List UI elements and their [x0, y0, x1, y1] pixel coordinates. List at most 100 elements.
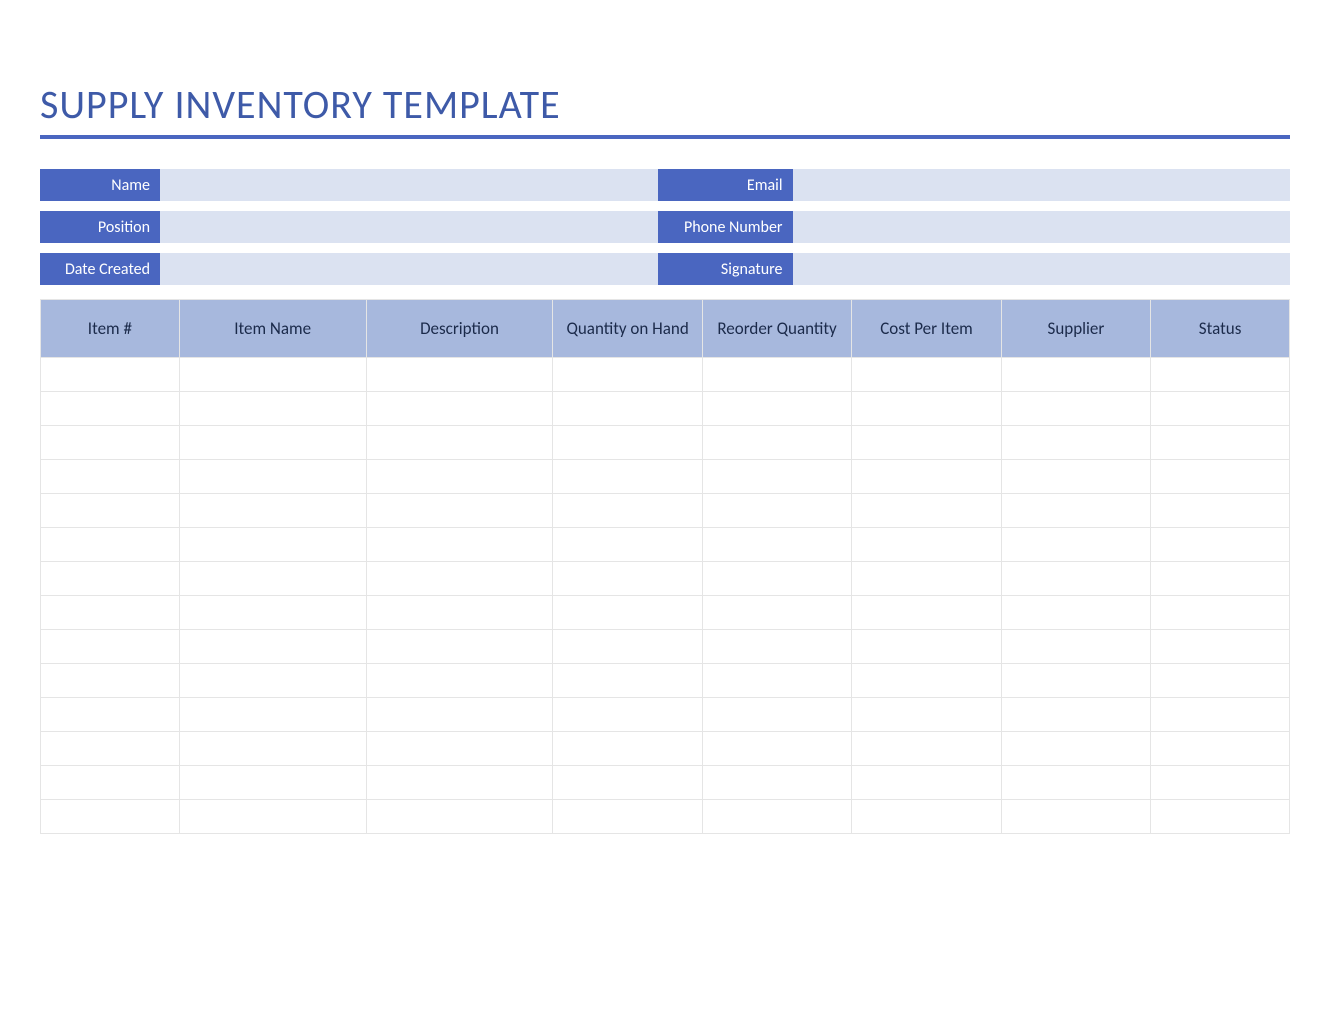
table-cell[interactable]: [41, 698, 180, 732]
table-cell[interactable]: [702, 392, 851, 426]
table-cell[interactable]: [852, 596, 1001, 630]
table-cell[interactable]: [179, 426, 366, 460]
table-cell[interactable]: [1001, 460, 1150, 494]
table-cell[interactable]: [179, 596, 366, 630]
table-cell[interactable]: [852, 732, 1001, 766]
table-cell[interactable]: [553, 562, 702, 596]
table-cell[interactable]: [553, 392, 702, 426]
table-cell[interactable]: [179, 800, 366, 834]
table-cell[interactable]: [1001, 630, 1150, 664]
table-cell[interactable]: [852, 358, 1001, 392]
table-cell[interactable]: [179, 460, 366, 494]
table-cell[interactable]: [1001, 392, 1150, 426]
table-cell[interactable]: [41, 426, 180, 460]
table-cell[interactable]: [702, 732, 851, 766]
table-cell[interactable]: [366, 358, 553, 392]
table-cell[interactable]: [553, 358, 702, 392]
table-cell[interactable]: [179, 392, 366, 426]
table-cell[interactable]: [1001, 426, 1150, 460]
table-cell[interactable]: [852, 392, 1001, 426]
table-cell[interactable]: [553, 426, 702, 460]
table-cell[interactable]: [852, 426, 1001, 460]
table-cell[interactable]: [179, 630, 366, 664]
table-cell[interactable]: [1151, 494, 1290, 528]
table-cell[interactable]: [1001, 358, 1150, 392]
table-cell[interactable]: [1001, 664, 1150, 698]
name-value[interactable]: [160, 169, 658, 201]
table-cell[interactable]: [702, 460, 851, 494]
table-cell[interactable]: [553, 596, 702, 630]
table-cell[interactable]: [366, 630, 553, 664]
table-cell[interactable]: [852, 528, 1001, 562]
table-cell[interactable]: [179, 528, 366, 562]
table-cell[interactable]: [702, 494, 851, 528]
table-cell[interactable]: [852, 800, 1001, 834]
table-cell[interactable]: [702, 698, 851, 732]
table-cell[interactable]: [41, 630, 180, 664]
table-cell[interactable]: [553, 698, 702, 732]
table-cell[interactable]: [1001, 800, 1150, 834]
table-cell[interactable]: [41, 358, 180, 392]
table-cell[interactable]: [1151, 664, 1290, 698]
table-cell[interactable]: [852, 562, 1001, 596]
table-cell[interactable]: [41, 732, 180, 766]
table-cell[interactable]: [366, 460, 553, 494]
table-cell[interactable]: [553, 732, 702, 766]
table-cell[interactable]: [366, 494, 553, 528]
table-cell[interactable]: [553, 494, 702, 528]
table-cell[interactable]: [1151, 698, 1290, 732]
table-cell[interactable]: [1001, 766, 1150, 800]
table-cell[interactable]: [553, 630, 702, 664]
table-cell[interactable]: [41, 494, 180, 528]
table-cell[interactable]: [41, 664, 180, 698]
table-cell[interactable]: [1151, 732, 1290, 766]
table-cell[interactable]: [852, 698, 1001, 732]
table-cell[interactable]: [179, 494, 366, 528]
table-cell[interactable]: [702, 800, 851, 834]
table-cell[interactable]: [702, 562, 851, 596]
table-cell[interactable]: [553, 460, 702, 494]
table-cell[interactable]: [179, 766, 366, 800]
table-cell[interactable]: [702, 766, 851, 800]
table-cell[interactable]: [41, 460, 180, 494]
table-cell[interactable]: [366, 732, 553, 766]
date-created-value[interactable]: [160, 253, 658, 285]
table-cell[interactable]: [179, 698, 366, 732]
table-cell[interactable]: [41, 766, 180, 800]
table-cell[interactable]: [366, 562, 553, 596]
email-value[interactable]: [793, 169, 1291, 201]
table-cell[interactable]: [1001, 732, 1150, 766]
table-cell[interactable]: [1001, 698, 1150, 732]
table-cell[interactable]: [1001, 596, 1150, 630]
table-cell[interactable]: [41, 392, 180, 426]
table-cell[interactable]: [366, 698, 553, 732]
table-cell[interactable]: [702, 358, 851, 392]
position-value[interactable]: [160, 211, 658, 243]
table-cell[interactable]: [41, 596, 180, 630]
table-cell[interactable]: [852, 460, 1001, 494]
table-cell[interactable]: [852, 766, 1001, 800]
table-cell[interactable]: [41, 800, 180, 834]
table-cell[interactable]: [1001, 494, 1150, 528]
table-cell[interactable]: [1151, 460, 1290, 494]
table-cell[interactable]: [553, 766, 702, 800]
table-cell[interactable]: [366, 664, 553, 698]
table-cell[interactable]: [1151, 766, 1290, 800]
table-cell[interactable]: [702, 528, 851, 562]
table-cell[interactable]: [702, 596, 851, 630]
table-cell[interactable]: [702, 630, 851, 664]
table-cell[interactable]: [1151, 358, 1290, 392]
table-cell[interactable]: [1151, 630, 1290, 664]
table-cell[interactable]: [702, 426, 851, 460]
table-cell[interactable]: [179, 664, 366, 698]
table-cell[interactable]: [41, 562, 180, 596]
table-cell[interactable]: [1151, 528, 1290, 562]
table-cell[interactable]: [852, 630, 1001, 664]
table-cell[interactable]: [1001, 562, 1150, 596]
table-cell[interactable]: [366, 766, 553, 800]
table-cell[interactable]: [1151, 562, 1290, 596]
table-cell[interactable]: [366, 392, 553, 426]
table-cell[interactable]: [852, 494, 1001, 528]
table-cell[interactable]: [179, 732, 366, 766]
table-cell[interactable]: [179, 562, 366, 596]
